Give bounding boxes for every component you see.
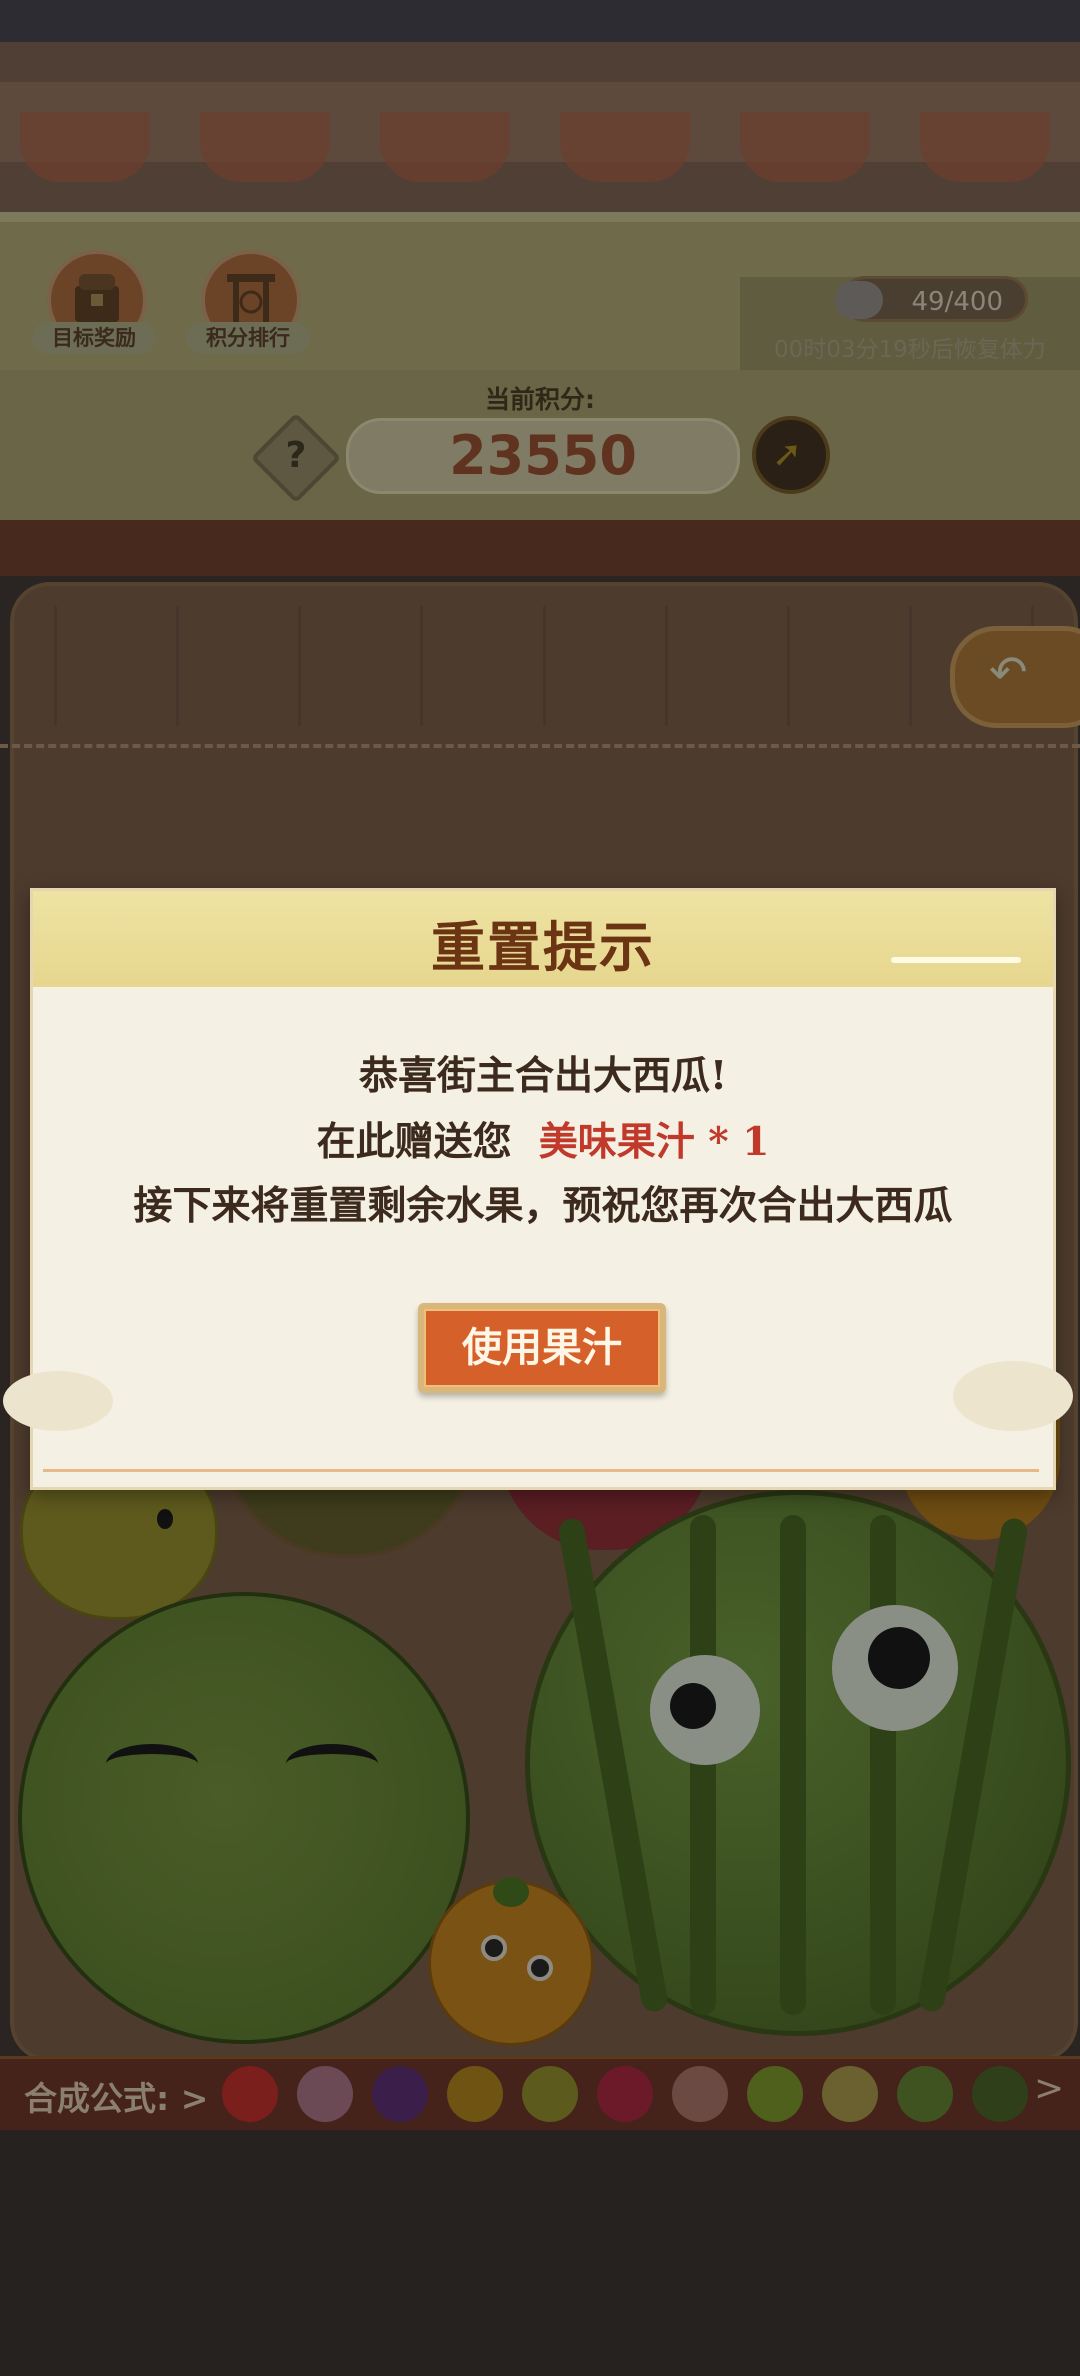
undo-icon: ↶ bbox=[989, 645, 1028, 699]
gift-item: 美味果汁 * 1 bbox=[538, 1119, 770, 1165]
recipe-label: 合成公式: > bbox=[24, 2079, 209, 2118]
status-bar bbox=[0, 0, 1080, 42]
reset-notice-text: 接下来将重置剩余水果，预祝您再次合出大西瓜 bbox=[133, 1183, 953, 1229]
stamina-cloud-icon bbox=[835, 281, 883, 319]
recipe-apple-icon bbox=[597, 2066, 653, 2122]
recipe-pineapple-icon bbox=[822, 2066, 878, 2122]
recipe-kiwi-icon bbox=[747, 2066, 803, 2122]
stamina-counter: 49/400 bbox=[835, 276, 1028, 322]
rank-label: 积分排行 bbox=[186, 322, 310, 354]
dialog-title: 重置提示 bbox=[431, 915, 655, 979]
fruit-watermelon bbox=[525, 1490, 1071, 2036]
reset-dialog: 重置提示 恭喜街主合出大西瓜! 在此赠送您 美味果汁 * 1 接下来将重置剩余水… bbox=[3, 888, 1073, 1490]
recipe-grape-purple-icon bbox=[372, 2066, 428, 2122]
shop-awning bbox=[0, 42, 1080, 212]
fruit-orange bbox=[428, 1877, 594, 2046]
danger-line bbox=[0, 744, 1080, 748]
congrats-text: 恭喜街主合出大西瓜! bbox=[358, 1053, 728, 1099]
rank-button[interactable]: 积分排行 bbox=[186, 250, 310, 354]
recipe-next-arrow-icon[interactable]: > bbox=[1034, 2068, 1064, 2109]
share-button[interactable]: ➚ bbox=[752, 416, 830, 494]
share-arrow-icon: ➚ bbox=[772, 434, 803, 475]
board-top-bar bbox=[0, 520, 1080, 576]
fruit-melon bbox=[18, 1592, 470, 2044]
recipe-grape-red-icon bbox=[297, 2066, 353, 2122]
question-icon: ? bbox=[285, 435, 307, 476]
bottom-area bbox=[0, 2130, 1080, 2376]
target-reward-label: 目标奖励 bbox=[32, 322, 156, 354]
gift-prefix: 在此赠送您 bbox=[316, 1119, 512, 1165]
undo-button[interactable]: ↶ bbox=[950, 626, 1080, 728]
recipe-cherry-icon bbox=[222, 2066, 278, 2122]
use-juice-label: 使用果汁 bbox=[424, 1309, 660, 1387]
target-reward-button[interactable]: 目标奖励 bbox=[32, 250, 156, 354]
use-juice-button[interactable]: 使用果汁 bbox=[418, 1303, 666, 1393]
cloud-decoration bbox=[953, 1361, 1073, 1431]
recipe-melon-icon bbox=[897, 2066, 953, 2122]
recipe-orange-icon bbox=[447, 2066, 503, 2122]
gift-text: 在此赠送您 美味果汁 * 1 bbox=[33, 1111, 1053, 1167]
stamina-recover-timer: 00时03分19秒后恢复体力 bbox=[774, 337, 1046, 363]
score-value: 23550 bbox=[346, 418, 740, 494]
score-label: 当前积分: bbox=[485, 385, 595, 414]
stamina-value: 49/400 bbox=[911, 287, 1003, 317]
recipe-peach-icon bbox=[672, 2066, 728, 2122]
recipe-lemon-icon bbox=[522, 2066, 578, 2122]
recipe-watermelon-icon bbox=[972, 2066, 1028, 2122]
cloud-decoration bbox=[3, 1371, 113, 1431]
